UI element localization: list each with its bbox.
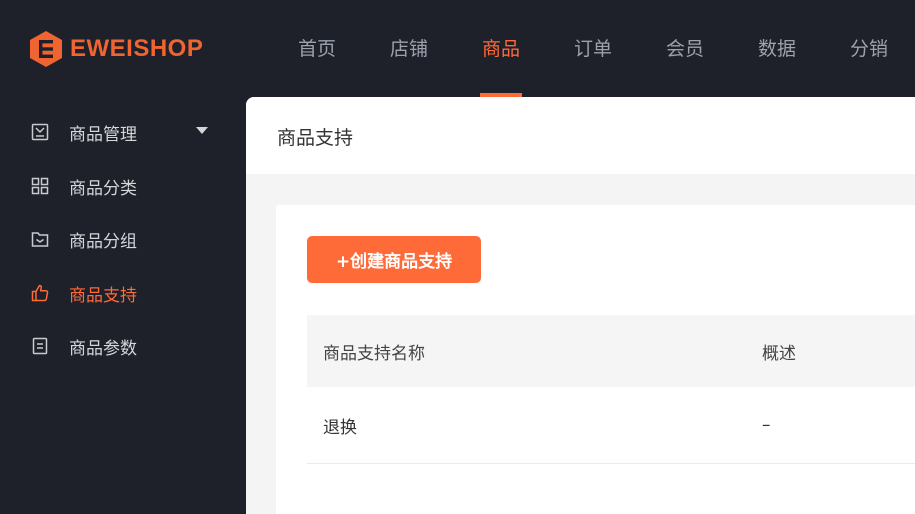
top-nav-label: 商品	[481, 38, 520, 60]
table-header-row: 商品支持名称 概述	[307, 315, 915, 387]
page-title: 商品支持	[277, 127, 354, 149]
top-nav: 首页 店铺 商品 订单 会员 数据 分销	[271, 0, 915, 97]
column-header-summary: 概述	[762, 343, 796, 364]
sidebar-item-product-support[interactable]: 商品支持	[0, 273, 246, 313]
top-nav-label: 会员	[665, 38, 704, 60]
sidebar-item-product-group[interactable]: 商品分组	[0, 219, 246, 259]
folder-icon	[30, 229, 50, 249]
sidebar-item-label: 商品参数	[69, 338, 137, 359]
top-nav-label: 分销	[849, 38, 888, 60]
thumbs-up-icon	[30, 283, 50, 303]
support-table: 商品支持名称 概述 退换 –	[307, 315, 915, 464]
sidebar-item-label: 商品支持	[69, 285, 137, 306]
top-nav-label: 首页	[297, 38, 336, 60]
cell-summary: –	[762, 415, 771, 435]
page-header: 商品支持	[246, 97, 915, 174]
top-bar: EWEISHOP 首页 店铺 商品 订单 会员 数据 分销	[0, 0, 915, 97]
top-nav-orders[interactable]: 订单	[547, 0, 639, 97]
column-header-name: 商品支持名称	[323, 343, 425, 364]
top-nav-label: 订单	[573, 38, 612, 60]
table-row[interactable]: 退换 –	[307, 387, 915, 464]
sidebar-item-product-category[interactable]: 商品分类	[0, 166, 246, 206]
top-nav-label: 数据	[757, 38, 796, 60]
top-nav-products[interactable]: 商品	[455, 0, 547, 97]
cell-support-name: 退换	[323, 417, 357, 438]
logo-icon	[28, 30, 64, 68]
content-card: +创建商品支持 商品支持名称 概述 退换 –	[276, 205, 915, 514]
sidebar-item-label: 商品分组	[69, 231, 137, 252]
document-icon	[30, 336, 50, 356]
top-nav-home[interactable]: 首页	[271, 0, 363, 97]
sidebar-item-product-params[interactable]: 商品参数	[0, 326, 246, 366]
sidebar-item-label: 商品分类	[69, 178, 137, 199]
top-nav-label: 店铺	[389, 38, 428, 60]
brand-name: EWEISHOP	[70, 35, 204, 62]
top-nav-members[interactable]: 会员	[639, 0, 731, 97]
product-manage-icon	[30, 122, 50, 142]
sidebar: 商品管理 商品分类 商品分组 商品支持 商品参数	[0, 97, 246, 514]
sidebar-item-product-manage[interactable]: 商品管理	[0, 112, 246, 152]
top-nav-shop[interactable]: 店铺	[363, 0, 455, 97]
brand-logo[interactable]: EWEISHOP	[28, 30, 203, 68]
chevron-down-icon[interactable]	[196, 127, 208, 134]
sidebar-item-label: 商品管理	[69, 124, 137, 145]
create-product-support-button[interactable]: +创建商品支持	[307, 236, 481, 283]
grid-icon	[30, 176, 50, 196]
main-panel: 商品支持 +创建商品支持 商品支持名称 概述 退换 –	[246, 97, 915, 514]
top-nav-distribution[interactable]: 分销	[823, 0, 915, 97]
top-nav-data[interactable]: 数据	[731, 0, 823, 97]
